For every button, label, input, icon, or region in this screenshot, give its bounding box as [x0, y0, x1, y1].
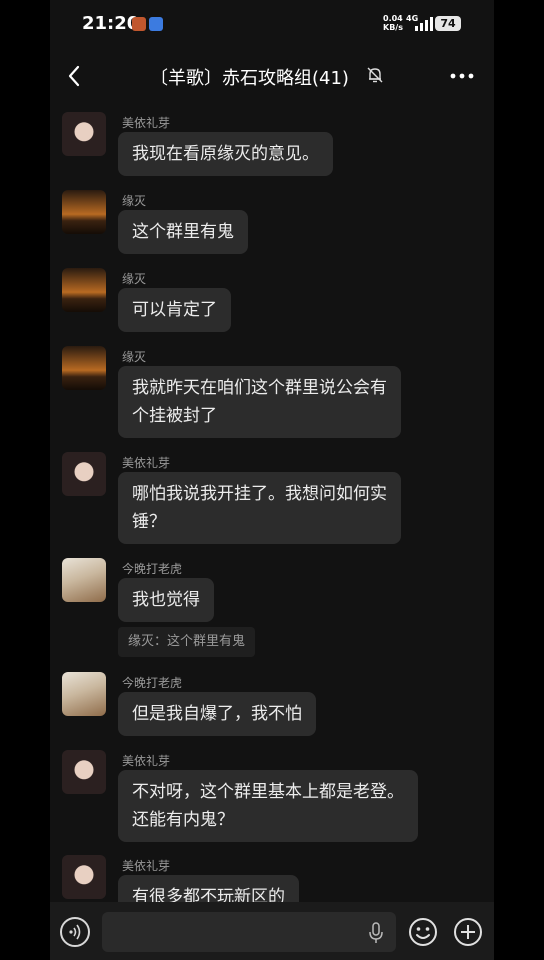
message-text-line: 不对呀，这个群里基本上都是老登。	[132, 782, 404, 802]
tiger-avatar[interactable]	[62, 672, 106, 716]
message-bubble[interactable]: 我就昨天在咱们这个群里说公会有 个挂被封了	[118, 366, 401, 438]
message-text-line: 我就昨天在咱们这个群里说公会有	[132, 378, 387, 398]
message-bubble[interactable]: 这个群里有鬼	[118, 210, 248, 254]
message-text-line: 锤？	[132, 512, 166, 532]
sender-name: 今晚打老虎	[122, 562, 183, 576]
more-horizontal-icon[interactable]	[448, 64, 476, 88]
girl-avatar[interactable]	[62, 112, 106, 156]
message-text: 我也觉得	[132, 590, 200, 610]
message-bubble[interactable]: 我现在看原缘灭的意见。	[118, 132, 333, 176]
message-text-line: 个挂被封了	[132, 406, 217, 426]
tiger-avatar[interactable]	[62, 558, 106, 602]
sender-name: 美依礼芽	[122, 859, 171, 873]
net-speed-value: 0.04	[383, 14, 403, 23]
chat-header: 〔羊歌〕赤石攻略组(41)	[50, 52, 494, 100]
message-text: 这个群里有鬼	[132, 222, 234, 242]
girl-avatar[interactable]	[62, 452, 106, 496]
bell-off-icon	[367, 67, 383, 83]
sender-name: 缘灭	[122, 272, 147, 286]
message-text-line: 还能有内鬼？	[132, 810, 234, 830]
status-time: 21:20	[82, 13, 140, 34]
plus-icon[interactable]	[453, 917, 483, 947]
message-input[interactable]	[102, 912, 396, 952]
message-bubble[interactable]: 哪怕我说我开挂了。我想问如何实 锤？	[118, 472, 401, 544]
mic-icon[interactable]	[368, 922, 384, 944]
voice-wave-icon	[69, 924, 81, 940]
message-text: 可以肯定了	[132, 300, 217, 320]
message-text: 但是我自爆了，我不怕	[132, 704, 302, 724]
battery-icon: 74	[435, 16, 461, 31]
sender-name: 缘灭	[122, 350, 147, 364]
sender-name: 美依礼芽	[122, 116, 171, 130]
net-speed-unit: KB/s	[383, 23, 403, 32]
girl-avatar[interactable]	[62, 750, 106, 794]
quote-reply[interactable]: 缘灭：这个群里有鬼	[118, 627, 256, 657]
chat-title[interactable]: 〔羊歌〕赤石攻略组(41)	[150, 64, 390, 90]
voice-icon[interactable]	[60, 917, 90, 947]
message-bubble[interactable]: 不对呀，这个群里基本上都是老登。 还能有内鬼？	[118, 770, 418, 842]
notification-app-icon	[132, 17, 146, 31]
status-bar: 21:20 0.04 KB/s 4G 74	[50, 0, 494, 48]
sender-name: 缘灭	[122, 194, 147, 208]
input-bar	[50, 902, 494, 960]
sunset-avatar[interactable]	[62, 346, 106, 390]
message-bubble[interactable]: 可以肯定了	[118, 288, 231, 332]
sunset-avatar[interactable]	[62, 190, 106, 234]
sender-name: 今晚打老虎	[122, 676, 183, 690]
notification-upload-icon	[149, 17, 163, 31]
chevron-left-icon[interactable]	[62, 62, 86, 90]
emoji-icon[interactable]	[408, 917, 438, 947]
message-bubble[interactable]: 我也觉得	[118, 578, 214, 622]
signal-icon	[415, 17, 433, 31]
sender-name: 美依礼芽	[122, 754, 171, 768]
sender-name: 美依礼芽	[122, 456, 171, 470]
girl-avatar[interactable]	[62, 855, 106, 899]
message-text-line: 哪怕我说我开挂了。我想问如何实	[132, 484, 387, 504]
net-speed: 0.04 KB/s	[383, 14, 405, 32]
message-text: 我现在看原缘灭的意见。	[132, 144, 319, 164]
chat-screen: 21:20 0.04 KB/s 4G 74 〔羊歌〕赤石攻略组(41) 美依礼芽…	[50, 0, 494, 960]
message-bubble[interactable]: 但是我自爆了，我不怕	[118, 692, 316, 736]
sunset-avatar[interactable]	[62, 268, 106, 312]
